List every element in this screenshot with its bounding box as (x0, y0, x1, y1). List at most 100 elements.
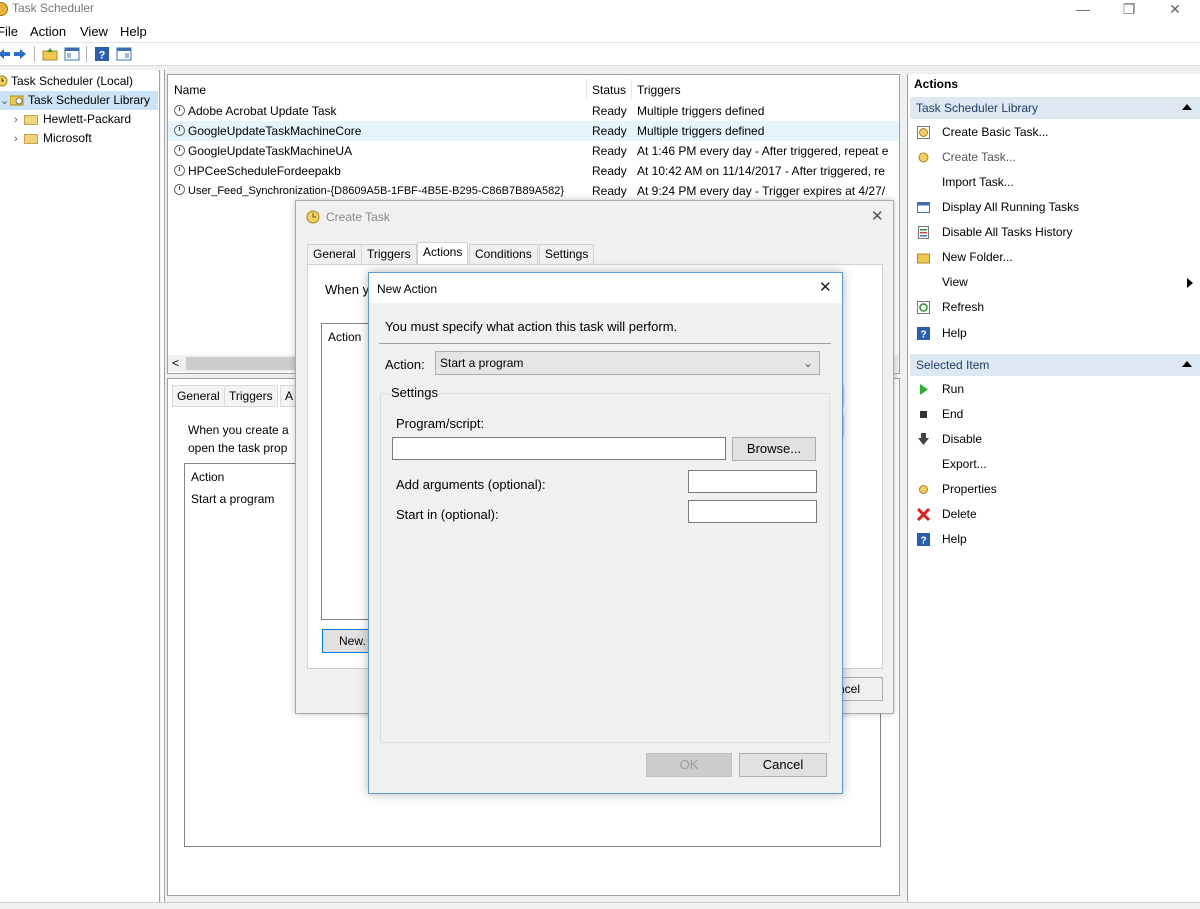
table-row[interactable]: HPCeeScheduleFordeepakb Ready At 10:42 A… (168, 161, 899, 181)
action-refresh[interactable]: Refresh (908, 295, 1200, 320)
menu-bar: File Action View Help (0, 20, 1200, 42)
show-hide-console-tree-icon[interactable] (64, 46, 80, 62)
cancel-button[interactable]: Cancel (739, 753, 827, 777)
action-import-task[interactable]: Import Task... (908, 170, 1200, 195)
browse-button[interactable]: Browse... (732, 437, 816, 461)
table-row[interactable]: GoogleUpdateTaskMachineUA Ready At 1:46 … (168, 141, 899, 161)
tab-general[interactable]: General (172, 385, 225, 407)
group-label: Task Scheduler Library (916, 101, 1039, 115)
tab-general[interactable]: General (307, 244, 362, 265)
actions-group-library[interactable]: Task Scheduler Library (910, 97, 1200, 119)
tree-item-microsoft[interactable]: › Microsoft (14, 129, 92, 148)
folder-up-icon[interactable] (42, 46, 58, 62)
tab-settings[interactable]: Settings (539, 244, 595, 265)
action-delete[interactable]: Delete (908, 502, 1200, 527)
close-button[interactable]: ✕ (1152, 2, 1198, 22)
ok-button[interactable]: OK (646, 753, 732, 777)
status-bar (0, 902, 1200, 909)
back-icon[interactable] (0, 46, 12, 62)
action-type-value: Start a program (440, 356, 524, 370)
table-row[interactable]: User_Feed_Synchronization-{D8609A5B-1FBF… (168, 181, 899, 201)
actions-header: Actions (914, 77, 959, 91)
task-scheduler-icon (0, 75, 8, 87)
tree-splitter[interactable] (161, 70, 165, 909)
running-tasks-icon (917, 202, 930, 213)
program-script-input[interactable] (392, 437, 726, 460)
action-help[interactable]: ? Help (908, 321, 1200, 346)
tab-actions[interactable]: Actions (417, 242, 469, 266)
action-label: Action: (385, 357, 425, 372)
tree-library-label: Task Scheduler Library (28, 93, 151, 107)
task-name: GoogleUpdateTaskMachineCore (188, 124, 362, 138)
action-label: Create Task... (942, 150, 1016, 164)
chevron-down-icon[interactable]: ⌄ (0, 92, 10, 111)
create-task-when-text: When y (325, 282, 370, 297)
scroll-left-arrow[interactable]: < (172, 356, 179, 370)
table-row[interactable]: GoogleUpdateTaskMachineCore Ready Multip… (168, 121, 899, 141)
action-export[interactable]: Export... (908, 452, 1200, 477)
action-new-folder[interactable]: New Folder... (908, 245, 1200, 270)
action-display-running-tasks[interactable]: Display All Running Tasks (908, 195, 1200, 220)
column-separator[interactable] (631, 79, 632, 99)
chevron-right-icon[interactable]: › (14, 130, 24, 149)
tree-item-label: Microsoft (43, 131, 92, 145)
column-header-status[interactable]: Status (592, 83, 626, 97)
column-header-triggers[interactable]: Triggers (637, 83, 681, 97)
action-view[interactable]: View (908, 270, 1200, 295)
new-action-close-icon[interactable]: ✕ (819, 278, 832, 296)
show-hide-action-pane-icon[interactable] (116, 46, 132, 62)
add-arguments-input[interactable] (688, 470, 817, 493)
action-label: Properties (942, 482, 997, 496)
task-name: Adobe Acrobat Update Task (188, 104, 337, 118)
menu-view[interactable]: View (80, 24, 108, 39)
column-separator[interactable] (586, 79, 587, 99)
action-help-selected[interactable]: ? Help (908, 527, 1200, 552)
column-header-name[interactable]: Name (174, 83, 206, 97)
menu-action[interactable]: Action (30, 24, 66, 39)
folder-icon (24, 114, 38, 125)
action-end[interactable]: End (908, 402, 1200, 427)
new-action-instruction: You must specify what action this task w… (385, 319, 678, 334)
disable-icon (918, 433, 929, 445)
create-task-icon (918, 152, 929, 163)
folder-icon (917, 253, 930, 264)
actions-group-selected-item[interactable]: Selected Item (910, 354, 1200, 376)
task-triggers: At 9:24 PM every day - Trigger expires a… (637, 184, 886, 198)
action-disable[interactable]: Disable (908, 427, 1200, 452)
chevron-right-icon[interactable]: › (14, 111, 24, 130)
restore-button[interactable]: ❐ (1106, 2, 1152, 22)
list-item[interactable]: Start a program (191, 492, 274, 506)
action-properties[interactable]: Properties (908, 477, 1200, 502)
action-label: Display All Running Tasks (942, 200, 1080, 214)
action-type-select[interactable]: Start a program ⌄ (435, 351, 820, 375)
start-in-input[interactable] (688, 500, 817, 523)
minimize-button[interactable]: — (1060, 2, 1106, 22)
tab-conditions[interactable]: Conditions (469, 244, 538, 265)
tree-root[interactable]: Task Scheduler (Local) (0, 72, 133, 91)
folder-icon (24, 133, 38, 144)
tree-item-hewlett-packard[interactable]: › Hewlett-Packard (14, 110, 131, 129)
tree-item-library[interactable]: ⌄ Task Scheduler Library (0, 91, 158, 110)
end-icon (920, 411, 927, 418)
svg-text:?: ? (99, 50, 106, 62)
toolbar-separator (86, 46, 87, 62)
table-row[interactable]: Adobe Acrobat Update Task Ready Multiple… (168, 101, 899, 121)
menu-help[interactable]: Help (120, 24, 147, 39)
library-folder-icon (9, 95, 24, 106)
collapse-up-icon[interactable] (1182, 361, 1192, 367)
create-task-close-icon[interactable]: ✕ (871, 207, 884, 225)
task-status: Ready (592, 184, 627, 198)
collapse-up-icon[interactable] (1182, 104, 1192, 110)
forward-icon[interactable] (12, 46, 28, 62)
task-clock-icon (174, 165, 185, 176)
tab-triggers[interactable]: Triggers (224, 385, 278, 407)
action-create-basic-task[interactable]: Create Basic Task... (908, 120, 1200, 145)
help-icon[interactable]: ? (94, 46, 110, 62)
tab-triggers[interactable]: Triggers (361, 244, 417, 265)
action-run[interactable]: Run (908, 377, 1200, 402)
action-create-task[interactable]: Create Task... (908, 145, 1200, 170)
new-action-body: You must specify what action this task w… (369, 303, 842, 793)
menu-file[interactable]: File (0, 24, 18, 39)
action-disable-tasks-history[interactable]: Disable All Tasks History (908, 220, 1200, 245)
svg-text:?: ? (920, 330, 926, 341)
